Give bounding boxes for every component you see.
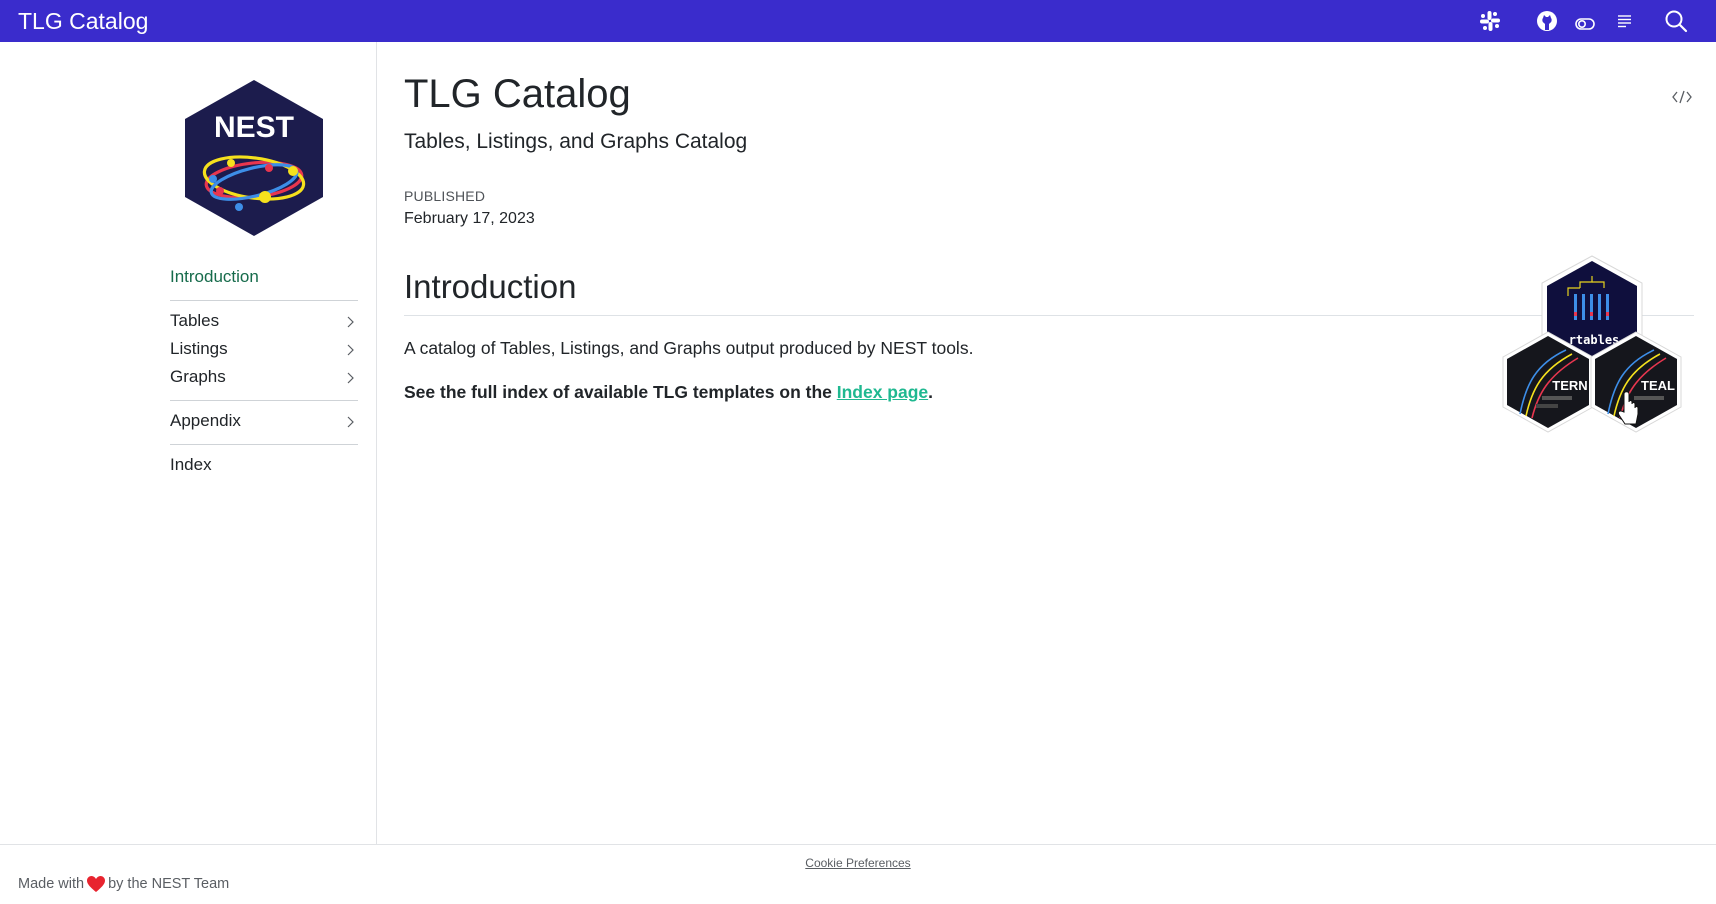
svg-text:TERN: TERN	[1552, 378, 1587, 393]
sidebar-item-introduction[interactable]: Introduction	[170, 267, 259, 287]
svg-text:NEST: NEST	[214, 111, 294, 144]
page-footer: Made with by the NEST Team Cookie Prefer…	[0, 844, 1716, 904]
footer-made-with: Made with	[18, 876, 85, 892]
section-heading: Introduction	[404, 268, 577, 305]
svg-text:TEAL: TEAL	[1641, 378, 1675, 393]
sidebar-item-graphs[interactable]: Graphs	[170, 367, 226, 387]
sidebar-divider	[170, 300, 358, 301]
chevron-right-icon[interactable]	[345, 371, 357, 385]
index-page-link[interactable]: Index page	[837, 382, 928, 402]
chevron-right-icon[interactable]	[345, 343, 357, 357]
index-paragraph: See the full index of available TLG temp…	[404, 382, 933, 403]
heart-icon	[87, 876, 106, 892]
footer-by-team: by the NEST Team	[108, 876, 230, 892]
index-paragraph-prefix: See the full index of available TLG temp…	[404, 382, 837, 402]
top-navbar: TLG Catalog	[0, 0, 1716, 42]
sidebar-item-tables[interactable]: Tables	[170, 311, 219, 331]
package-hex-stickers: rtables TERN TEAL	[1502, 255, 1682, 433]
sidebar-item-listings[interactable]: Listings	[170, 339, 228, 359]
footer-credit: Made with by the NEST Team	[18, 875, 229, 893]
reader-mode-icon[interactable]	[1613, 9, 1637, 33]
main-content: TLG Catalog Tables, Listings, and Graphs…	[378, 42, 1716, 844]
code-icon[interactable]	[1671, 88, 1693, 106]
intro-paragraph: A catalog of Tables, Listings, and Graph…	[404, 338, 974, 358]
toggle-icon[interactable]	[1573, 9, 1597, 33]
nest-logo[interactable]: NEST	[183, 78, 325, 238]
page-title: TLG Catalog	[404, 72, 631, 116]
published-label: Published	[404, 188, 486, 204]
sidebar-item-index[interactable]: Index	[170, 455, 212, 475]
cookie-preferences-link[interactable]: Cookie Preferences	[0, 856, 1716, 870]
sidebar-item-appendix[interactable]: Appendix	[170, 411, 241, 431]
published-date: February 17, 2023	[404, 210, 535, 227]
slack-icon[interactable]	[1478, 9, 1502, 33]
search-icon[interactable]	[1664, 9, 1688, 33]
svg-text:rtables: rtables	[1569, 333, 1620, 347]
sidebar-divider	[170, 444, 358, 445]
index-paragraph-suffix: .	[928, 382, 934, 402]
github-icon[interactable]	[1535, 9, 1559, 33]
chevron-right-icon[interactable]	[345, 415, 357, 429]
sidebar-divider	[170, 400, 358, 401]
page-subtitle: Tables, Listings, and Graphs Catalog	[404, 130, 748, 153]
chevron-right-icon[interactable]	[345, 315, 357, 329]
site-brand-link[interactable]: TLG Catalog	[18, 8, 148, 35]
sidebar: NEST Introduction Tables Listings Graphs…	[0, 42, 377, 844]
